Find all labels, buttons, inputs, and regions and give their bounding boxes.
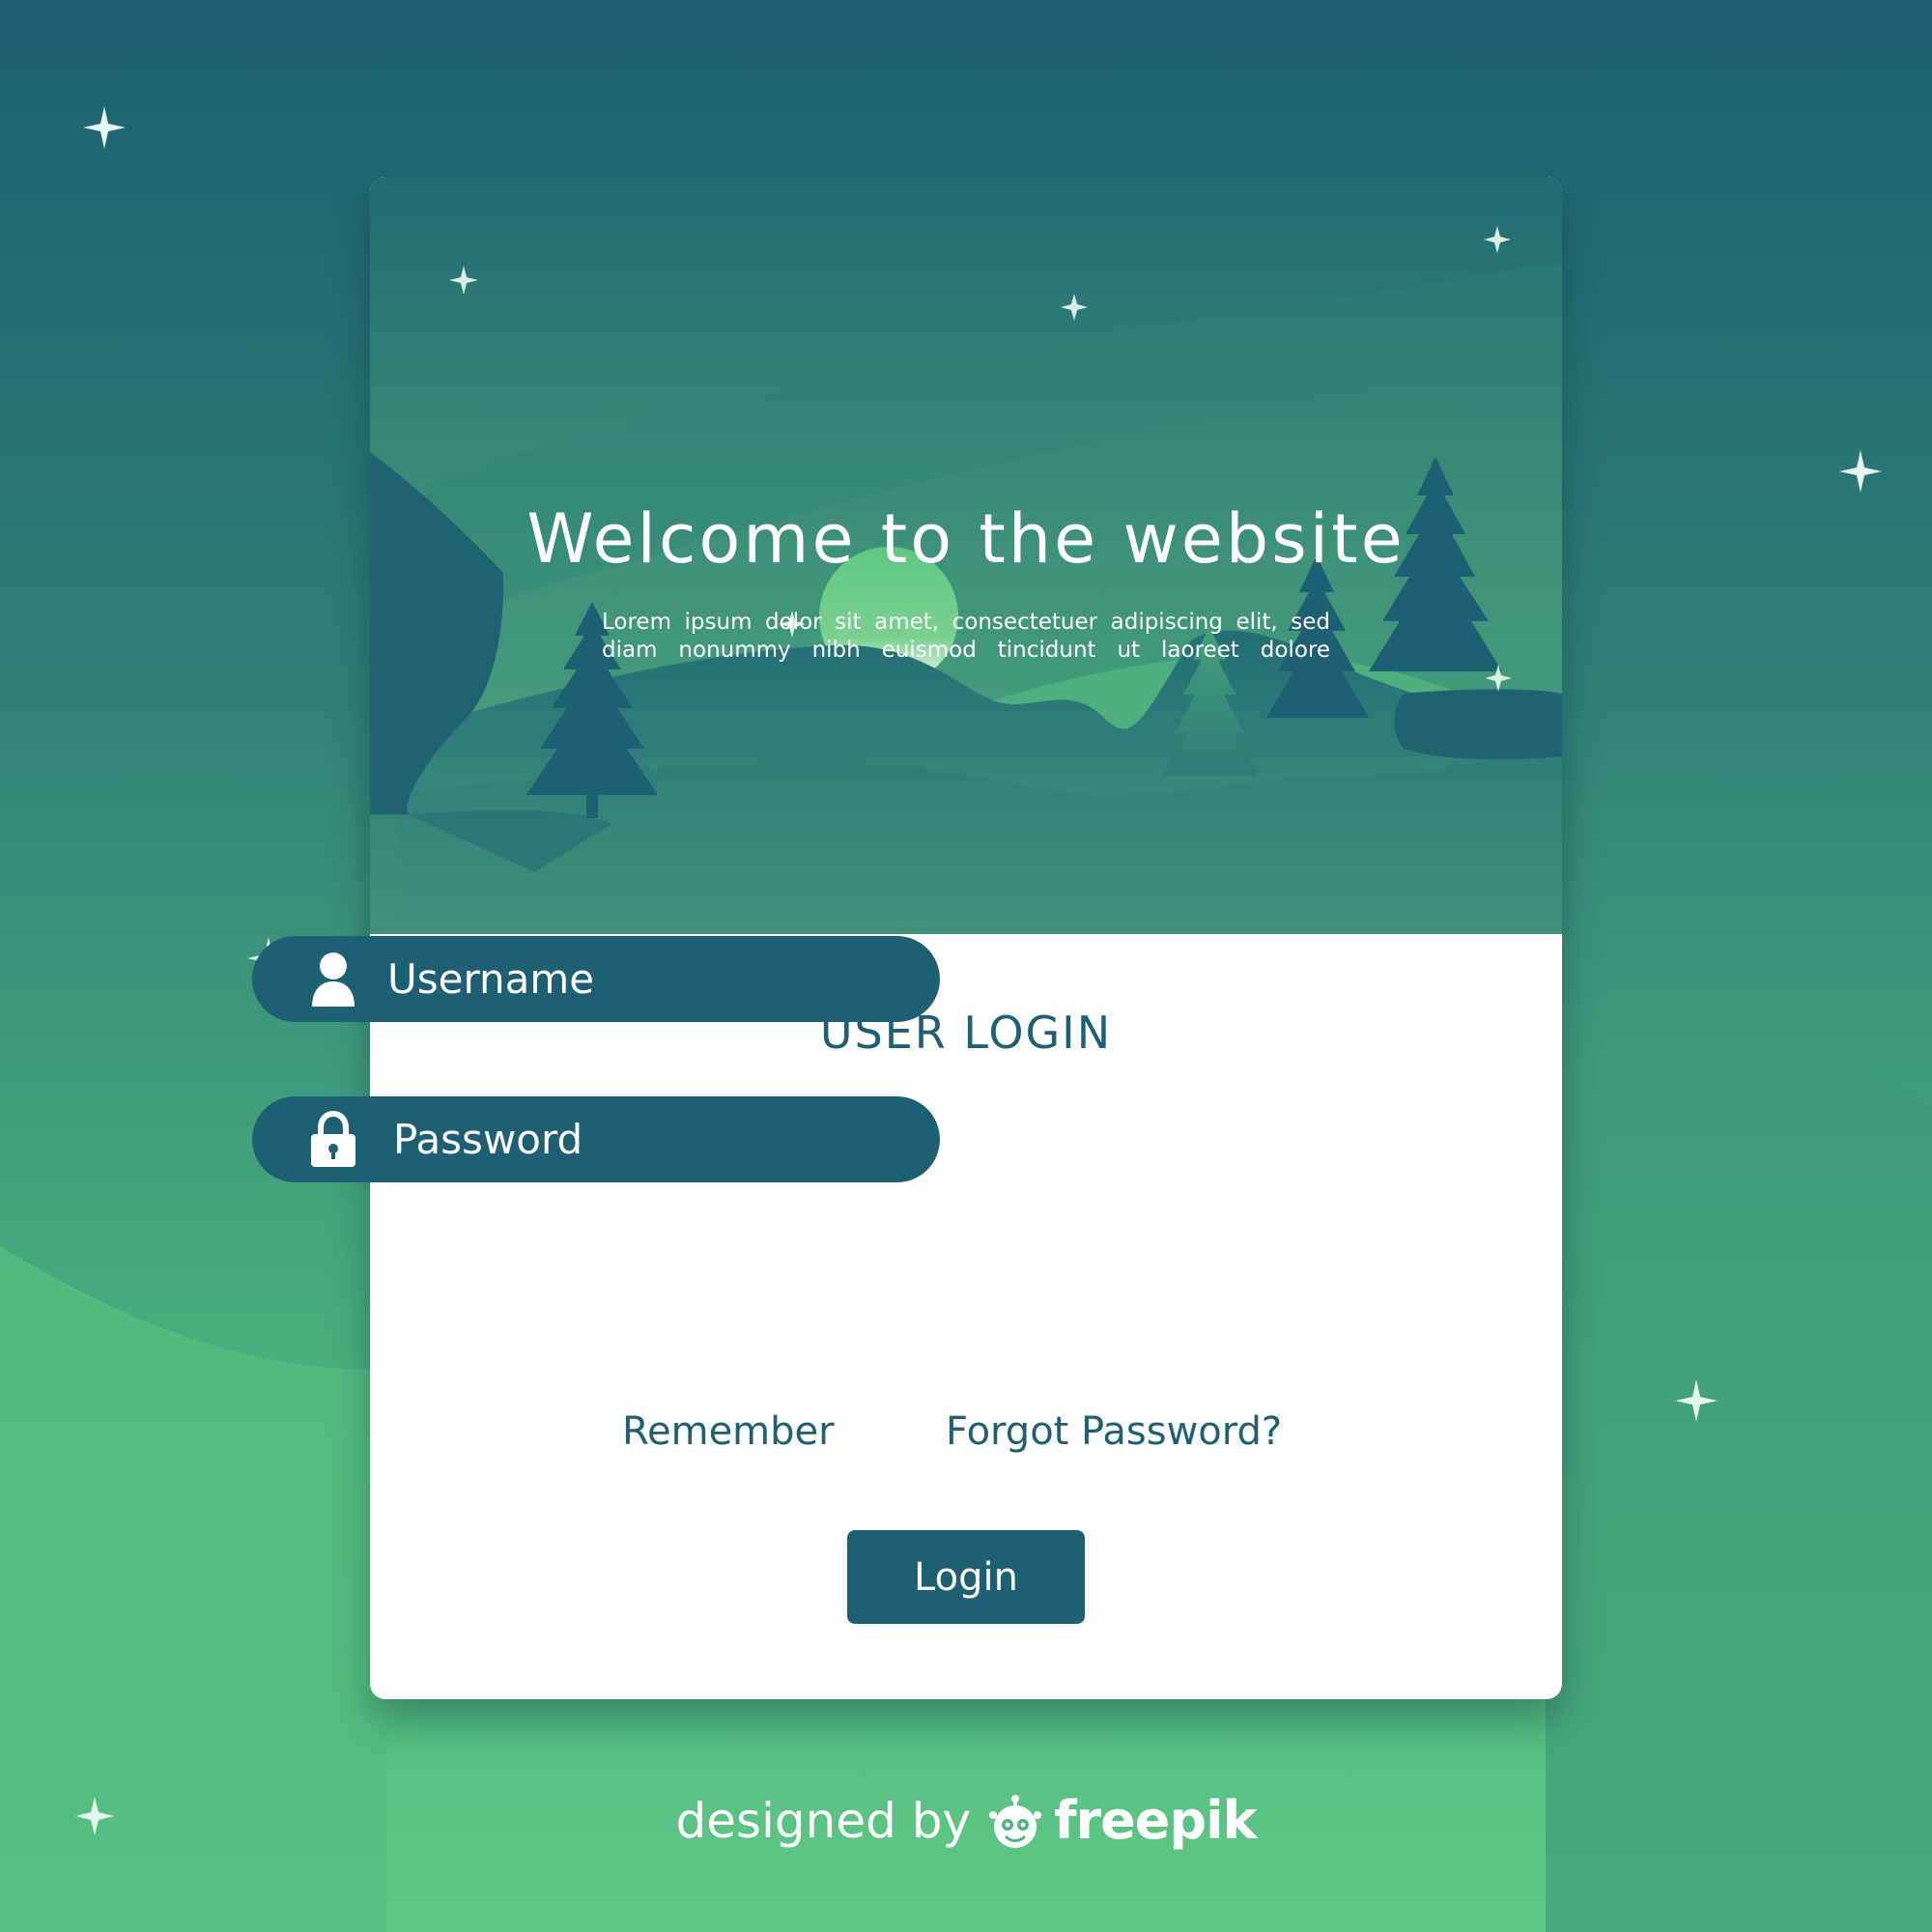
forgot-password-link[interactable]: Forgot Password?: [946, 1412, 1282, 1451]
page-subtitle: Lorem ipsum dolor sit amet, consectetuer…: [602, 610, 1330, 663]
lock-icon: [311, 1111, 355, 1167]
hero-banner: Welcome to the website Lorem ipsum dolor…: [370, 177, 1562, 934]
username-input[interactable]: [387, 936, 909, 1022]
credit-prefix: designed by: [675, 1793, 972, 1849]
login-button[interactable]: Login: [847, 1530, 1085, 1624]
user-icon: [312, 952, 355, 1007]
freepik-logo-icon: [989, 1795, 1042, 1848]
page-title: Welcome to the website: [526, 499, 1406, 579]
password-input[interactable]: [393, 1096, 915, 1182]
credit-brand: freepik: [1054, 1790, 1257, 1851]
remember-option[interactable]: Remember: [622, 1412, 835, 1451]
designer-credit: designed by freepik: [0, 1782, 1932, 1860]
username-field[interactable]: [252, 936, 940, 1022]
password-field[interactable]: [252, 1096, 940, 1182]
